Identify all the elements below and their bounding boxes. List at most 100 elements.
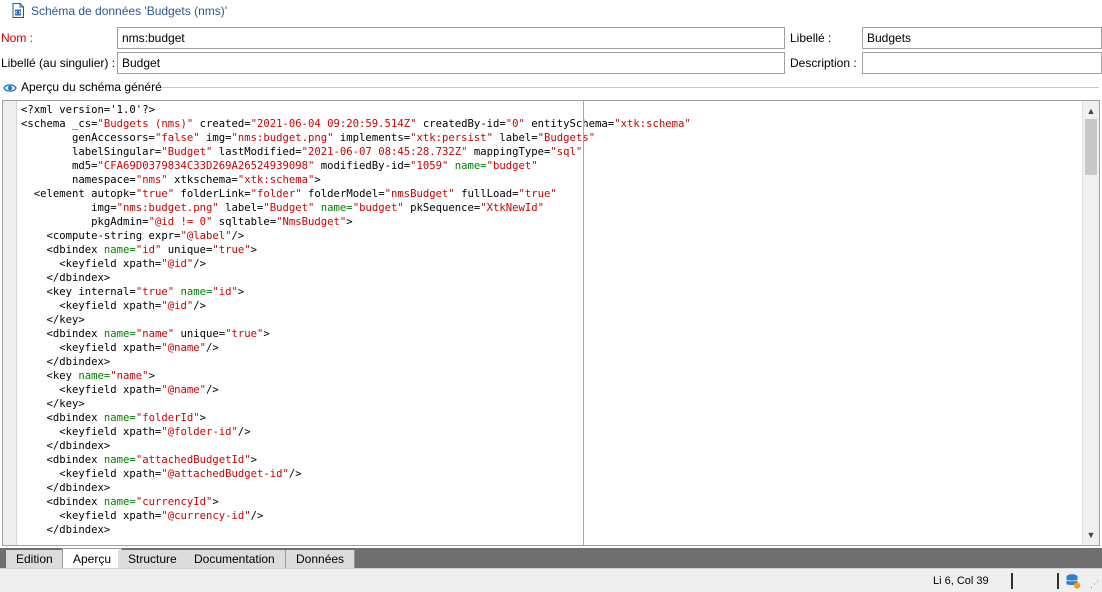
code-token: "budget" — [352, 202, 404, 214]
code-token: "nms:budget.png" — [231, 132, 334, 144]
code-token: name= — [103, 496, 136, 508]
code-token: labelSingular= — [21, 146, 162, 158]
code-token: "CFA69D0379834C33D269A26524939098" — [97, 160, 315, 172]
scroll-up-icon[interactable]: ▲ — [1083, 103, 1099, 119]
tab-donnees[interactable]: Données — [286, 550, 356, 568]
singular-label-field[interactable] — [117, 52, 785, 74]
code-token: "xtk:persist" — [410, 132, 494, 144]
code-token: "@name" — [161, 384, 206, 396]
code-token: <element autopk= — [21, 188, 136, 200]
code-token: "name" — [135, 328, 175, 340]
code-token: <key — [21, 370, 79, 382]
code-token: /> — [231, 230, 245, 242]
code-token: "0" — [505, 118, 525, 130]
code-token: fullLoad= — [454, 188, 519, 200]
code-token: name= — [103, 328, 136, 340]
code-token: </dbindex> — [21, 524, 111, 536]
code-token: pkSequence= — [403, 202, 481, 214]
code-token: <dbindex — [21, 454, 104, 466]
cursor-position: Li 6, Col 39 — [933, 575, 989, 587]
tab-apercu[interactable]: Aperçu — [62, 548, 123, 568]
code-line: genAccessors="false" img="nms:budget.png… — [21, 131, 1081, 145]
tab-edition[interactable]: Edition — [6, 550, 64, 568]
code-line: <compute-string expr="@label"/> — [21, 229, 1081, 243]
resize-grip-icon[interactable]: ⋰ — [1090, 579, 1099, 590]
code-token: unique= — [161, 244, 213, 256]
code-token: "Budget" — [161, 146, 213, 158]
bottom-tab-bar: Edition Aperçu Structure Documentation D… — [0, 548, 1102, 568]
code-token: <keyfield xpath= — [21, 510, 162, 522]
code-token: name= — [174, 286, 213, 298]
database-icon[interactable] — [1065, 573, 1081, 589]
code-token: "@id != 0" — [148, 216, 213, 228]
code-line: namespace="nms" xtkschema="xtk:schema"> — [21, 173, 1081, 187]
code-token: <?xml version= — [21, 104, 111, 116]
code-line: </key> — [21, 397, 1081, 411]
code-text[interactable]: <?xml version='1.0'?> <schema _cs="Budget… — [21, 103, 1081, 537]
code-line: <schema _cs="Budgets (nms)" created="202… — [21, 117, 1081, 131]
code-line: </dbindex> — [21, 481, 1081, 495]
code-token: ?> — [142, 104, 155, 116]
code-token: "1059" — [410, 160, 449, 172]
code-token: "2021-06-04 09:20:59.514Z" — [250, 118, 417, 130]
code-token: namespace= — [21, 174, 136, 186]
code-line: <key name="name"> — [21, 369, 1081, 383]
code-line: md5="CFA69D0379834C33D269A26524939098" m… — [21, 159, 1081, 173]
code-line: </dbindex> — [21, 439, 1081, 453]
code-token: "@id" — [161, 258, 194, 270]
name-field[interactable] — [117, 27, 785, 49]
code-token: <keyfield xpath= — [21, 300, 162, 312]
code-line: <dbindex name="id" unique="true"> — [21, 243, 1081, 257]
code-token: folderModel= — [301, 188, 385, 200]
code-token: > — [212, 496, 219, 508]
code-token: name= — [103, 454, 136, 466]
code-line: <keyfield xpath="@id"/> — [21, 257, 1081, 271]
code-token: "true" — [212, 244, 251, 256]
code-token: > — [263, 328, 270, 340]
code-token: created= — [193, 118, 251, 130]
code-token: "attachedBudgetId" — [135, 454, 251, 466]
code-token: name= — [103, 412, 136, 424]
code-line: <key internal="true" name="id"> — [21, 285, 1081, 299]
code-token: "folder" — [250, 188, 302, 200]
label-field[interactable] — [862, 27, 1102, 49]
code-token: > — [250, 244, 258, 256]
schema-code-editor[interactable]: <?xml version='1.0'?> <schema _cs="Budget… — [2, 100, 1100, 546]
code-line: <dbindex name="name" unique="true"> — [21, 327, 1081, 341]
code-token: createdBy-id= — [416, 118, 506, 130]
code-token: "@currency-id" — [161, 510, 251, 522]
code-token: "@id" — [161, 300, 194, 312]
code-token: "true" — [518, 188, 557, 200]
code-token: </key> — [21, 398, 85, 410]
description-label: Description : — [790, 56, 857, 70]
code-line: <keyfield xpath="@attachedBudget-id"/> — [21, 467, 1081, 481]
code-token: "sql" — [550, 146, 583, 158]
singular-label: Libellé (au singulier) : — [1, 56, 116, 70]
code-token: /> — [237, 426, 251, 438]
code-token: name= — [78, 370, 111, 382]
code-token: <compute-string expr= — [21, 230, 181, 242]
code-token: "true" — [135, 188, 175, 200]
description-field[interactable] — [862, 52, 1102, 74]
schema-document-icon — [12, 3, 24, 18]
preview-section-header: Aperçu du schéma généré — [0, 80, 1102, 96]
vertical-scrollbar[interactable]: ▲ ▼ — [1082, 101, 1099, 545]
tab-structure[interactable]: Structure — [118, 550, 188, 568]
scroll-down-icon[interactable]: ▼ — [1083, 527, 1099, 543]
code-token: /> — [205, 342, 219, 354]
code-token: "@label" — [180, 230, 232, 242]
scrollbar-thumb[interactable] — [1085, 119, 1097, 175]
code-token: /> — [205, 384, 219, 396]
code-token: "nmsBudget" — [384, 188, 455, 200]
code-token: </key> — [21, 314, 85, 326]
code-token: implements= — [333, 132, 411, 144]
code-token: "nms" — [135, 174, 168, 186]
code-line: <dbindex name="attachedBudgetId"> — [21, 453, 1081, 467]
code-token: </dbindex> — [21, 440, 111, 452]
label-label: Libellé : — [790, 31, 832, 45]
code-token: <keyfield xpath= — [21, 342, 162, 354]
code-token: "XtkNewId" — [480, 202, 545, 214]
code-token: label= — [493, 132, 538, 144]
tab-documentation[interactable]: Documentation — [184, 550, 286, 568]
code-token: img= — [21, 202, 117, 214]
